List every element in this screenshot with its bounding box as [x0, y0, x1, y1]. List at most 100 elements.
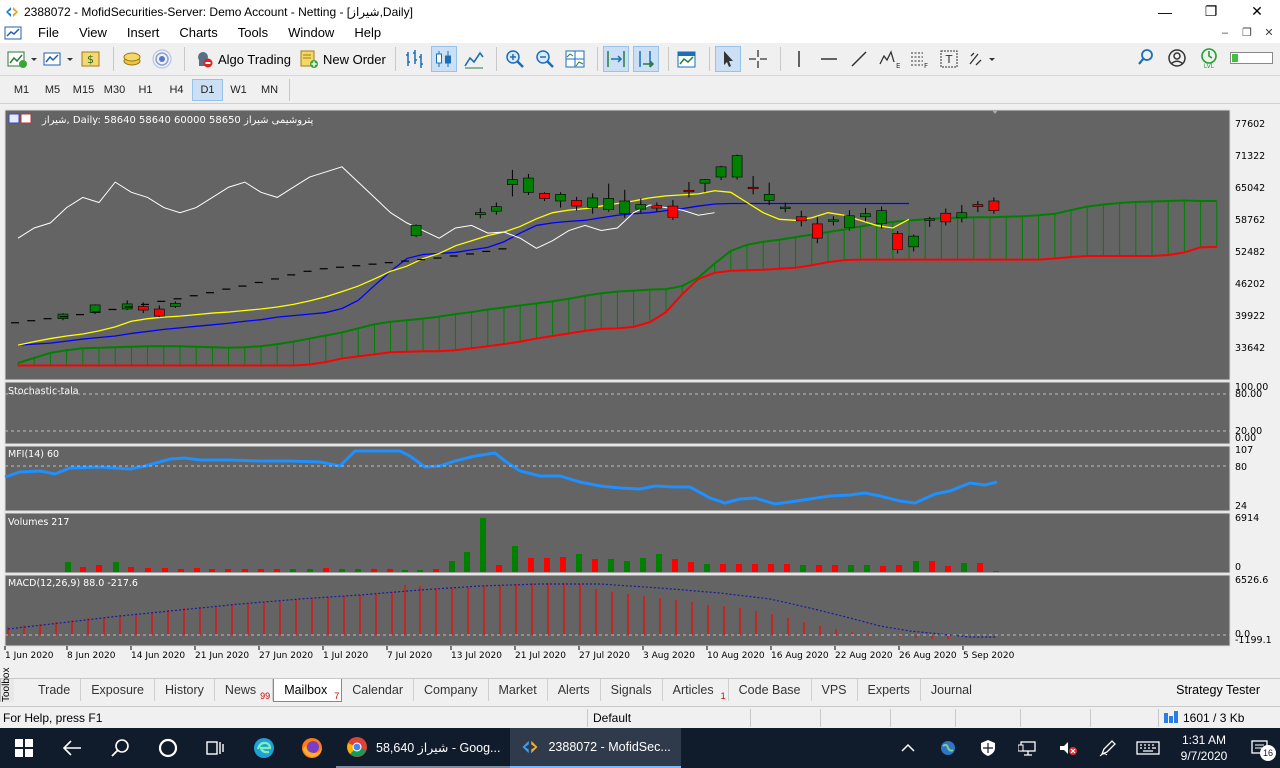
- menu-tools[interactable]: Tools: [228, 23, 278, 43]
- timeframe-m15[interactable]: M15: [68, 79, 99, 101]
- menu-charts[interactable]: Charts: [169, 23, 227, 43]
- minimize-button[interactable]: —: [1142, 0, 1188, 23]
- action-center-button[interactable]: 16: [1240, 728, 1280, 768]
- toolbox-label[interactable]: Toolbox: [0, 667, 14, 702]
- edge-button[interactable]: [240, 728, 288, 768]
- tab-exposure[interactable]: Exposure: [81, 679, 156, 701]
- volume-bar: [784, 564, 790, 572]
- tab-journal[interactable]: Journal: [921, 679, 982, 701]
- zoom-in-button[interactable]: [502, 46, 528, 72]
- volume-bar: [528, 558, 534, 572]
- new-chart-button[interactable]: [6, 46, 38, 72]
- timeframe-w1[interactable]: W1: [223, 79, 254, 101]
- timeframe-m1[interactable]: M1: [6, 79, 37, 101]
- mdi-minimize-button[interactable]: –: [1218, 26, 1232, 40]
- mfi-pane[interactable]: [4, 445, 1231, 512]
- timeframe-m30[interactable]: M30: [99, 79, 130, 101]
- mdi-close-button[interactable]: ✕: [1262, 26, 1276, 40]
- tab-alerts[interactable]: Alerts: [548, 679, 601, 701]
- algo-trading-button[interactable]: Algo Trading: [190, 46, 295, 72]
- elliott-tool-button[interactable]: E: [876, 46, 902, 72]
- tab-articles[interactable]: Articles 1: [663, 679, 729, 701]
- start-button[interactable]: [0, 728, 48, 768]
- volumes-pane[interactable]: [4, 512, 1231, 574]
- search-taskbar-button[interactable]: [96, 728, 144, 768]
- tab-company[interactable]: Company: [414, 679, 489, 701]
- signal-button[interactable]: [149, 46, 175, 72]
- profiles-button[interactable]: [42, 46, 74, 72]
- chrome-taskbar-item[interactable]: شیراز 58,640 - Goog...: [336, 728, 511, 768]
- tray-expand-button[interactable]: [888, 728, 928, 768]
- connection-icon[interactable]: [1163, 710, 1179, 726]
- tab-news[interactable]: News 99: [215, 679, 274, 701]
- level-icon[interactable]: LVL: [1198, 47, 1220, 69]
- templates-button[interactable]: [674, 46, 700, 72]
- maximize-button[interactable]: ❐: [1188, 0, 1234, 23]
- account-icon[interactable]: [1166, 47, 1188, 69]
- trendline-tool-button[interactable]: [846, 46, 872, 72]
- tab-signals[interactable]: Signals: [601, 679, 663, 701]
- tray-volume[interactable]: [1048, 728, 1088, 768]
- volume-bar: [480, 518, 486, 572]
- text-tool-button[interactable]: T: [936, 46, 962, 72]
- main-pane[interactable]: [4, 109, 1231, 381]
- task-view-button[interactable]: [192, 728, 240, 768]
- firefox-button[interactable]: [288, 728, 336, 768]
- menu-window[interactable]: Window: [278, 23, 344, 43]
- menu-view[interactable]: View: [69, 23, 117, 43]
- timeframe-m5[interactable]: M5: [37, 79, 68, 101]
- timeframe-d1[interactable]: D1: [192, 79, 223, 101]
- taskbar-clock[interactable]: 1:31 AM 9/7/2020: [1168, 732, 1240, 764]
- new-order-button[interactable]: New Order: [295, 46, 390, 72]
- horizontal-line-tool-button[interactable]: [816, 46, 842, 72]
- vertical-line-tool-button[interactable]: [786, 46, 812, 72]
- tab-mailbox[interactable]: Mailbox 7: [273, 678, 343, 702]
- chart-window-icon[interactable]: [4, 25, 22, 41]
- menu-insert[interactable]: Insert: [117, 23, 170, 43]
- shapes-menu-button[interactable]: [966, 46, 998, 72]
- mt5-taskbar-item[interactable]: 2388072 - MofidSec...: [510, 728, 681, 768]
- timeframe-h4[interactable]: H4: [161, 79, 192, 101]
- stochastic-pane[interactable]: [4, 381, 1231, 445]
- tray-network[interactable]: [1008, 728, 1048, 768]
- back-button[interactable]: [48, 728, 96, 768]
- one-click-trading-button[interactable]: [119, 46, 145, 72]
- price-chart[interactable]: شیراز, Daily: 58640 58640 60000 58650 پت…: [0, 106, 1280, 678]
- mdi-restore-button[interactable]: ❐: [1240, 26, 1254, 40]
- volume-bar: [371, 569, 377, 572]
- tray-keyboard[interactable]: [1128, 728, 1168, 768]
- tray-pen[interactable]: [1088, 728, 1128, 768]
- fibonacci-tool-button[interactable]: F: [906, 46, 932, 72]
- tab-history[interactable]: History: [155, 679, 215, 701]
- line-chart-button[interactable]: [461, 46, 487, 72]
- tab-calendar[interactable]: Calendar: [342, 679, 414, 701]
- timeframe-mn[interactable]: MN: [254, 79, 285, 101]
- candlestick-chart-button[interactable]: [430, 46, 457, 72]
- search-icon[interactable]: [1136, 47, 1156, 69]
- tab-code-base[interactable]: Code Base: [729, 679, 812, 701]
- zoom-out-button[interactable]: [532, 46, 558, 72]
- chart-window[interactable]: شیراز, Daily: 58640 58640 60000 58650 پت…: [0, 106, 1280, 678]
- cortana-button[interactable]: [144, 728, 192, 768]
- auto-scroll-button[interactable]: [602, 46, 629, 72]
- strategy-tester-button[interactable]: Strategy Tester: [1176, 679, 1260, 701]
- tray-security[interactable]: [968, 728, 1008, 768]
- tab-experts[interactable]: Experts: [858, 679, 921, 701]
- tab-market[interactable]: Market: [489, 679, 548, 701]
- crosshair-tool-button[interactable]: [745, 46, 771, 72]
- menu-help[interactable]: Help: [344, 23, 391, 43]
- cursor-tool-button[interactable]: [714, 46, 741, 72]
- bar-chart-button[interactable]: [401, 46, 427, 72]
- chart-shift-button[interactable]: [632, 46, 659, 72]
- tray-network-globe[interactable]: [928, 728, 968, 768]
- timeframe-h1[interactable]: H1: [130, 79, 161, 101]
- menu-file[interactable]: File: [28, 23, 69, 43]
- tile-windows-button[interactable]: [562, 46, 588, 72]
- close-button[interactable]: ✕: [1234, 0, 1280, 23]
- tab-vps[interactable]: VPS: [812, 679, 858, 701]
- chart-list-icon[interactable]: [8, 113, 20, 124]
- market-watch-button[interactable]: $: [78, 46, 104, 72]
- price-tick: 77602: [1235, 119, 1265, 130]
- tab-trade[interactable]: Trade: [28, 679, 82, 701]
- trade-flag-icon[interactable]: [20, 113, 32, 124]
